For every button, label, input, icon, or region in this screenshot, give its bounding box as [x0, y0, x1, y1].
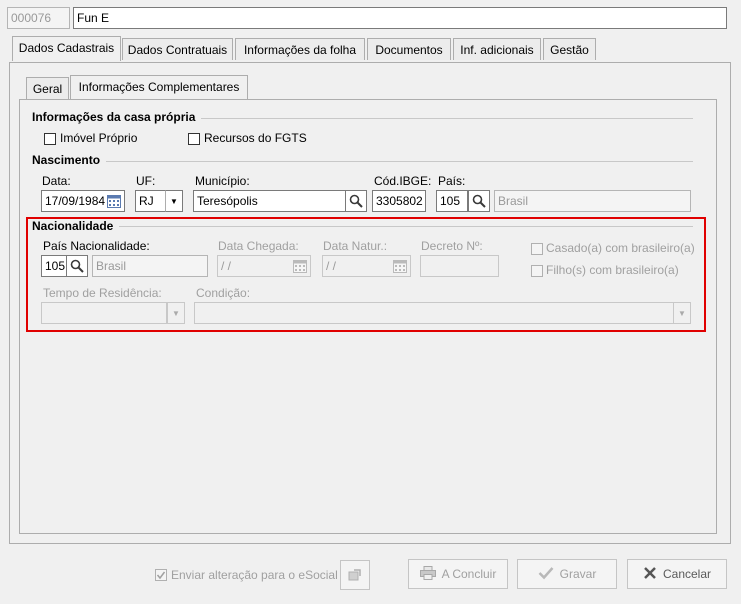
- cancelar-button[interactable]: Cancelar: [627, 559, 727, 589]
- municipio-search-icon[interactable]: [345, 190, 367, 212]
- cancelar-label: Cancelar: [662, 567, 712, 581]
- tab-label: Inf. adicionais: [460, 43, 534, 57]
- pais-nascimento-label: País:: [438, 174, 466, 188]
- tab-dados-cadastrais[interactable]: Dados Cadastrais: [12, 36, 121, 61]
- recursos-fgts-label: Recursos do FGTS: [204, 131, 307, 145]
- tab-gestao[interactable]: Gestão: [543, 38, 596, 60]
- tab-label: Documentos: [375, 43, 443, 57]
- pais-nacionalidade-search-icon[interactable]: [66, 255, 88, 277]
- nacionalidade-title: Nacionalidade: [32, 219, 120, 233]
- esocial-send-icon: [340, 560, 370, 590]
- condicao-label: Condição:: [196, 286, 251, 300]
- pais-nascimento-search-icon[interactable]: [468, 190, 490, 212]
- tab-label: Gestão: [550, 43, 589, 57]
- imovel-proprio-label: Imóvel Próprio: [60, 131, 138, 145]
- pais-nacionalidade-label: País Nacionalidade:: [43, 239, 150, 253]
- tab-informacoes-folha[interactable]: Informações da folha: [235, 38, 365, 60]
- esocial-label: Enviar alteração para o eSocial: [171, 568, 338, 582]
- chevron-down-icon: ▼: [673, 302, 691, 324]
- decreto-label: Decreto Nº:: [421, 239, 483, 253]
- tempo-residencia-select: [41, 302, 167, 324]
- pais-nascimento-name-field: Brasil: [494, 190, 691, 212]
- esocial-checkbox: [155, 569, 167, 581]
- municipio-label: Município:: [195, 174, 250, 188]
- tab-dados-contratuais[interactable]: Dados Contratuais: [122, 38, 233, 60]
- pais-nascimento-code-field[interactable]: 105: [436, 190, 468, 212]
- data-nascimento-value: 17/09/1984: [45, 194, 106, 208]
- gravar-label: Gravar: [559, 567, 597, 581]
- tab-label: Dados Contratuais: [127, 43, 228, 57]
- tempo-residencia-label: Tempo de Residência:: [43, 286, 162, 300]
- chevron-down-icon: ▼: [167, 302, 185, 324]
- chevron-down-icon[interactable]: ▼: [165, 190, 183, 212]
- nascimento-title: Nascimento: [32, 153, 107, 167]
- tab-label: Informações da folha: [243, 43, 357, 57]
- calendar-icon: [391, 256, 409, 276]
- record-code-field: 000076: [7, 7, 70, 29]
- municipio-field[interactable]: Teresópolis: [193, 190, 346, 212]
- filho-brasileiro-checkbox: [531, 265, 543, 277]
- nascimento-divider: [33, 161, 693, 162]
- subtab-geral[interactable]: Geral: [26, 77, 69, 99]
- main-tab-bar: Dados Cadastrais Dados Contratuais Infor…: [12, 36, 732, 62]
- casa-propria-title: Informações da casa própria: [32, 110, 202, 124]
- decreto-field: [420, 255, 499, 277]
- tab-label: Geral: [32, 82, 63, 96]
- tab-documentos[interactable]: Documentos: [367, 38, 451, 60]
- condicao-select: [194, 302, 674, 324]
- record-name-field[interactable]: Fun E: [73, 7, 727, 29]
- subtab-informacoes-complementares[interactable]: Informações Complementares: [70, 75, 248, 100]
- concluir-label: A Concluir: [441, 567, 497, 581]
- pais-nacionalidade-name-field: Brasil: [92, 255, 208, 277]
- data-natur-label: Data Natur.:: [323, 239, 388, 253]
- data-nascimento-label: Data:: [42, 174, 71, 188]
- tab-inf-adicionais[interactable]: Inf. adicionais: [453, 38, 541, 60]
- cod-ibge-field[interactable]: 3305802: [372, 190, 426, 212]
- uf-label: UF:: [136, 174, 156, 188]
- casado-brasileiro-label: Casado(a) com brasileiro(a): [546, 241, 695, 255]
- filho-brasileiro-label: Filho(s) com brasileiro(a): [546, 263, 679, 277]
- cod-ibge-label: Cód.IBGE:: [374, 174, 432, 188]
- tab-label: Informações Complementares: [78, 80, 240, 94]
- pais-nacionalidade-code-field[interactable]: 105: [41, 255, 67, 277]
- printer-icon: [419, 565, 436, 583]
- casado-brasileiro-checkbox: [531, 243, 543, 255]
- gravar-button: Gravar: [517, 559, 617, 589]
- imovel-proprio-checkbox[interactable]: [44, 133, 56, 145]
- concluir-button: A Concluir: [408, 559, 508, 589]
- tab-label: Dados Cadastrais: [18, 41, 115, 55]
- calendar-icon[interactable]: [105, 191, 123, 211]
- close-icon: [643, 566, 657, 583]
- nacionalidade-divider: [33, 226, 693, 227]
- recursos-fgts-checkbox[interactable]: [188, 133, 200, 145]
- calendar-icon: [291, 256, 309, 276]
- data-chegada-label: Data Chegada:: [218, 239, 299, 253]
- check-icon: [538, 566, 554, 583]
